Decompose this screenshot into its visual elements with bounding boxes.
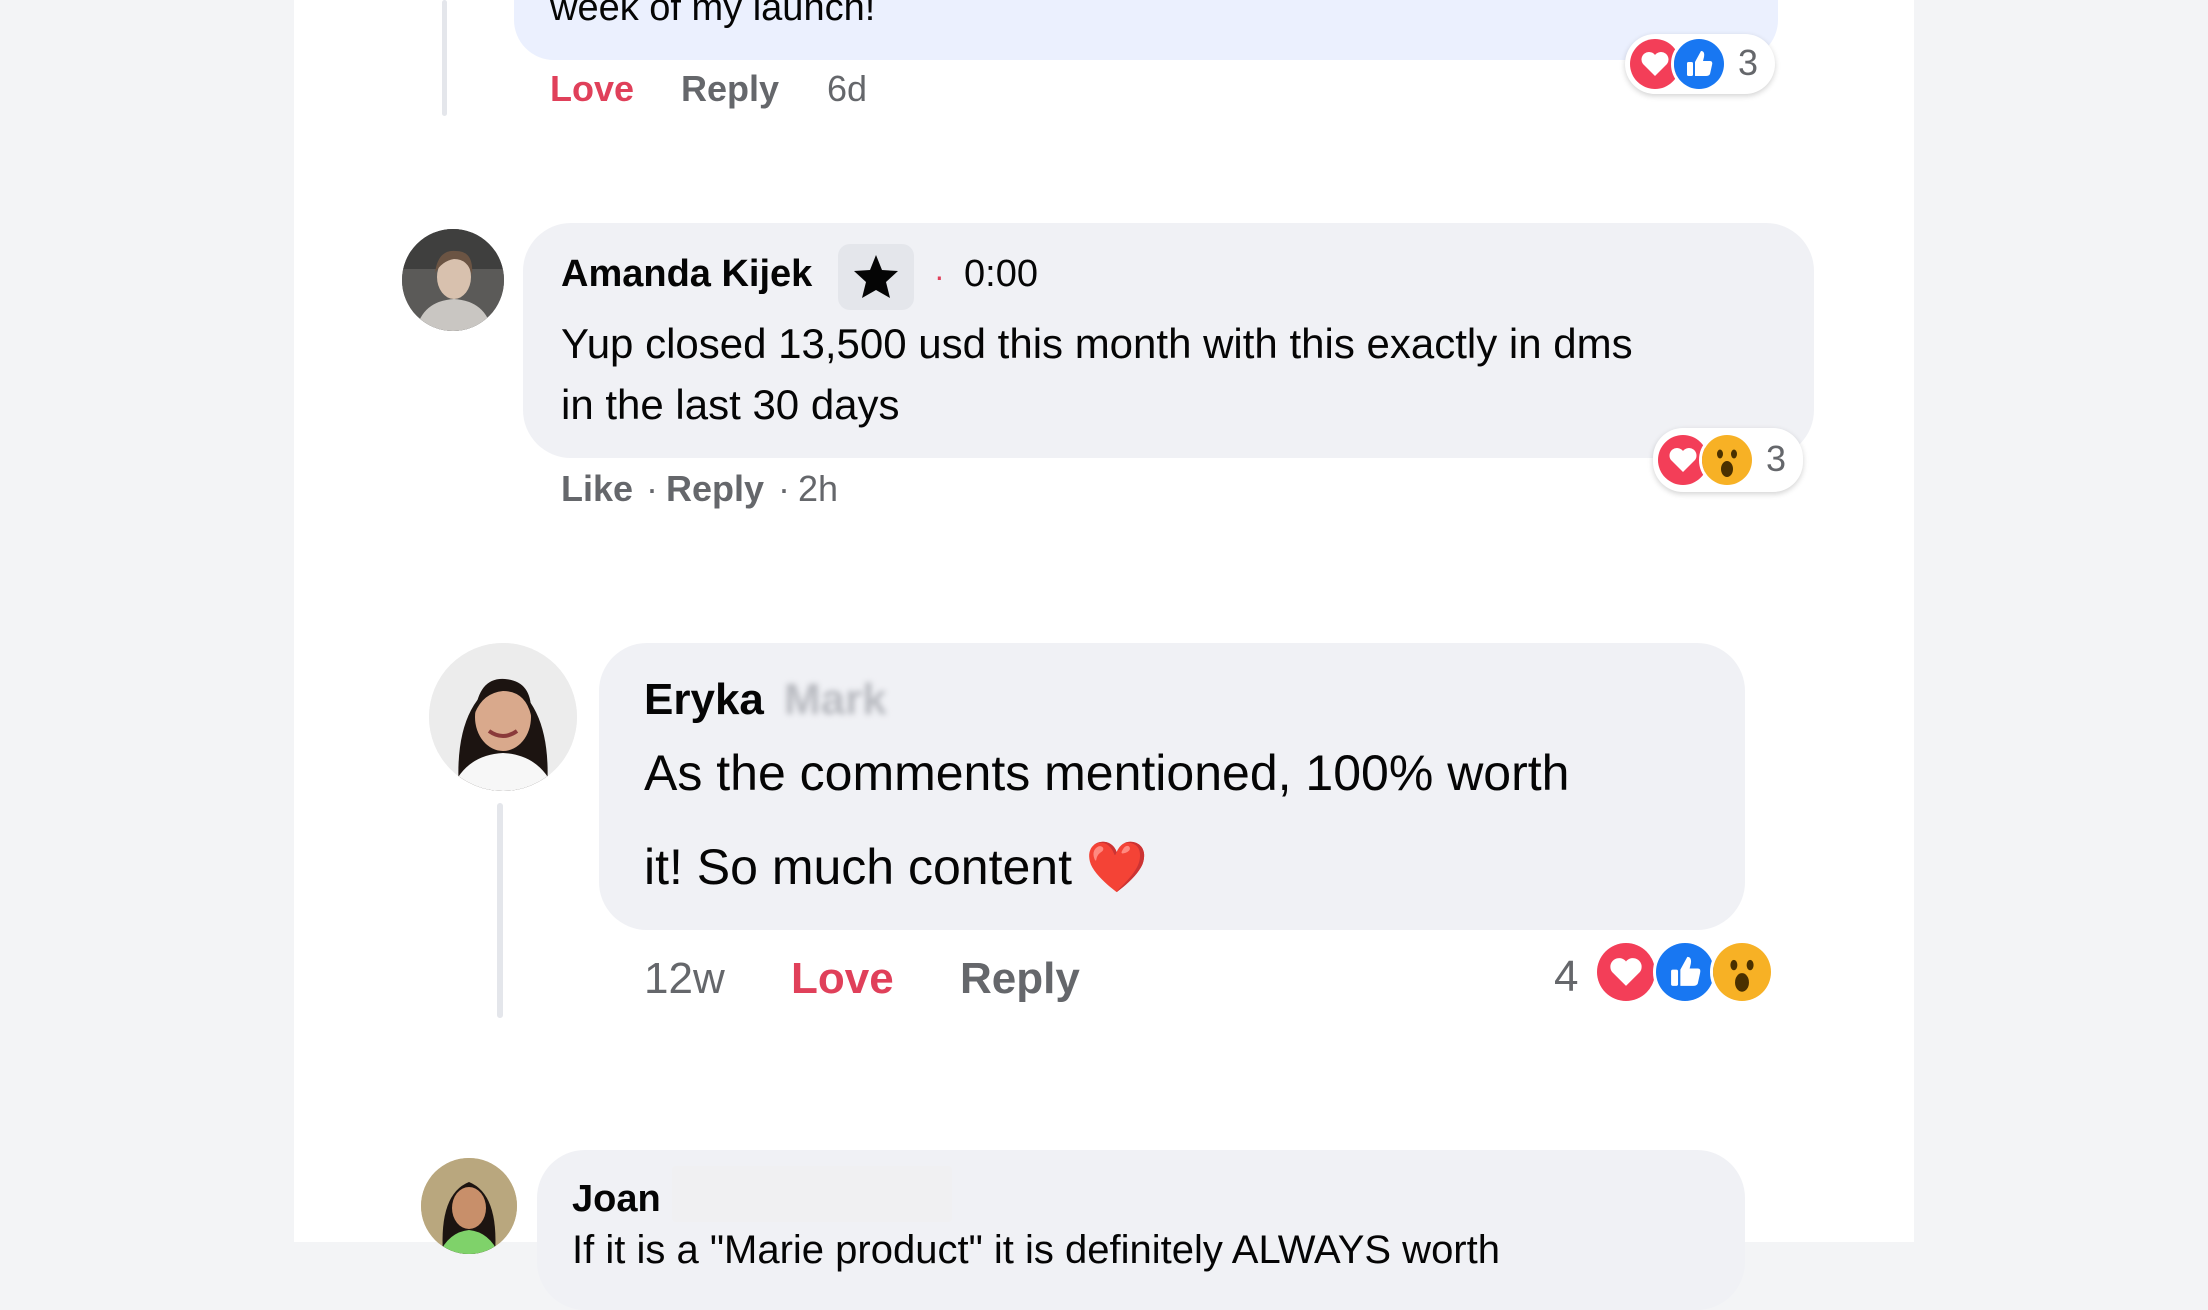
like-icon	[1653, 940, 1717, 1004]
comment-text-line: in the last 30 days	[561, 381, 900, 428]
reactions-count: 3	[1738, 42, 1759, 83]
comment-author-blurred: Mark	[784, 675, 887, 724]
timestamp: 2h	[798, 468, 839, 509]
top-fan-badge[interactable]	[838, 244, 914, 310]
wow-icon	[1710, 940, 1774, 1004]
thread-line	[442, 0, 447, 116]
timestamp: 6d	[827, 68, 868, 109]
comment-author[interactable]: Joan	[572, 1178, 661, 1221]
comment-author[interactable]: Eryka	[644, 675, 764, 725]
avatar[interactable]	[429, 643, 577, 791]
comments-panel: week of my launch! Love Reply 6d 3 Amand…	[294, 0, 1914, 1310]
time-code: 0:00	[964, 253, 1038, 295]
avatar[interactable]	[402, 229, 504, 331]
like-button[interactable]: Like	[561, 468, 633, 510]
thread-line	[497, 803, 503, 1018]
star-icon	[851, 252, 901, 307]
like-icon	[1671, 36, 1727, 92]
comment-text-line: Yup closed 13,500 usd this month with th…	[561, 320, 1633, 367]
avatar[interactable]	[421, 1158, 517, 1254]
comment-text-line: As the comments mentioned, 100% worth	[644, 745, 1570, 801]
timestamp: 12w	[644, 954, 725, 1003]
separator-dot: ·	[646, 468, 658, 509]
reactions-summary[interactable]: 3	[1653, 428, 1803, 492]
comment-text: week of my launch!	[550, 0, 876, 29]
wow-icon	[1699, 432, 1755, 488]
reactions-count: 3	[1766, 438, 1787, 479]
love-button[interactable]: Love	[791, 954, 894, 1004]
comment-author[interactable]: Amanda Kijek	[561, 253, 812, 296]
reactions-count: 4	[1554, 952, 1579, 1001]
comment-text-line: it! So much content ❤️	[644, 839, 1149, 895]
reply-button[interactable]: Reply	[960, 954, 1080, 1004]
heart-icon	[1594, 940, 1658, 1004]
reply-button[interactable]: Reply	[666, 468, 764, 510]
reactions-summary[interactable]: 4	[1554, 938, 1774, 1010]
reply-button[interactable]: Reply	[681, 68, 779, 110]
separator-dot: ·	[934, 258, 945, 294]
reactions-summary[interactable]: 3	[1625, 34, 1775, 94]
love-button[interactable]: Love	[550, 68, 634, 110]
comment-text-line: If it is a "Marie product" it is definit…	[572, 1228, 1500, 1272]
separator-dot: ·	[778, 468, 790, 509]
redacted-name	[672, 1166, 952, 1222]
